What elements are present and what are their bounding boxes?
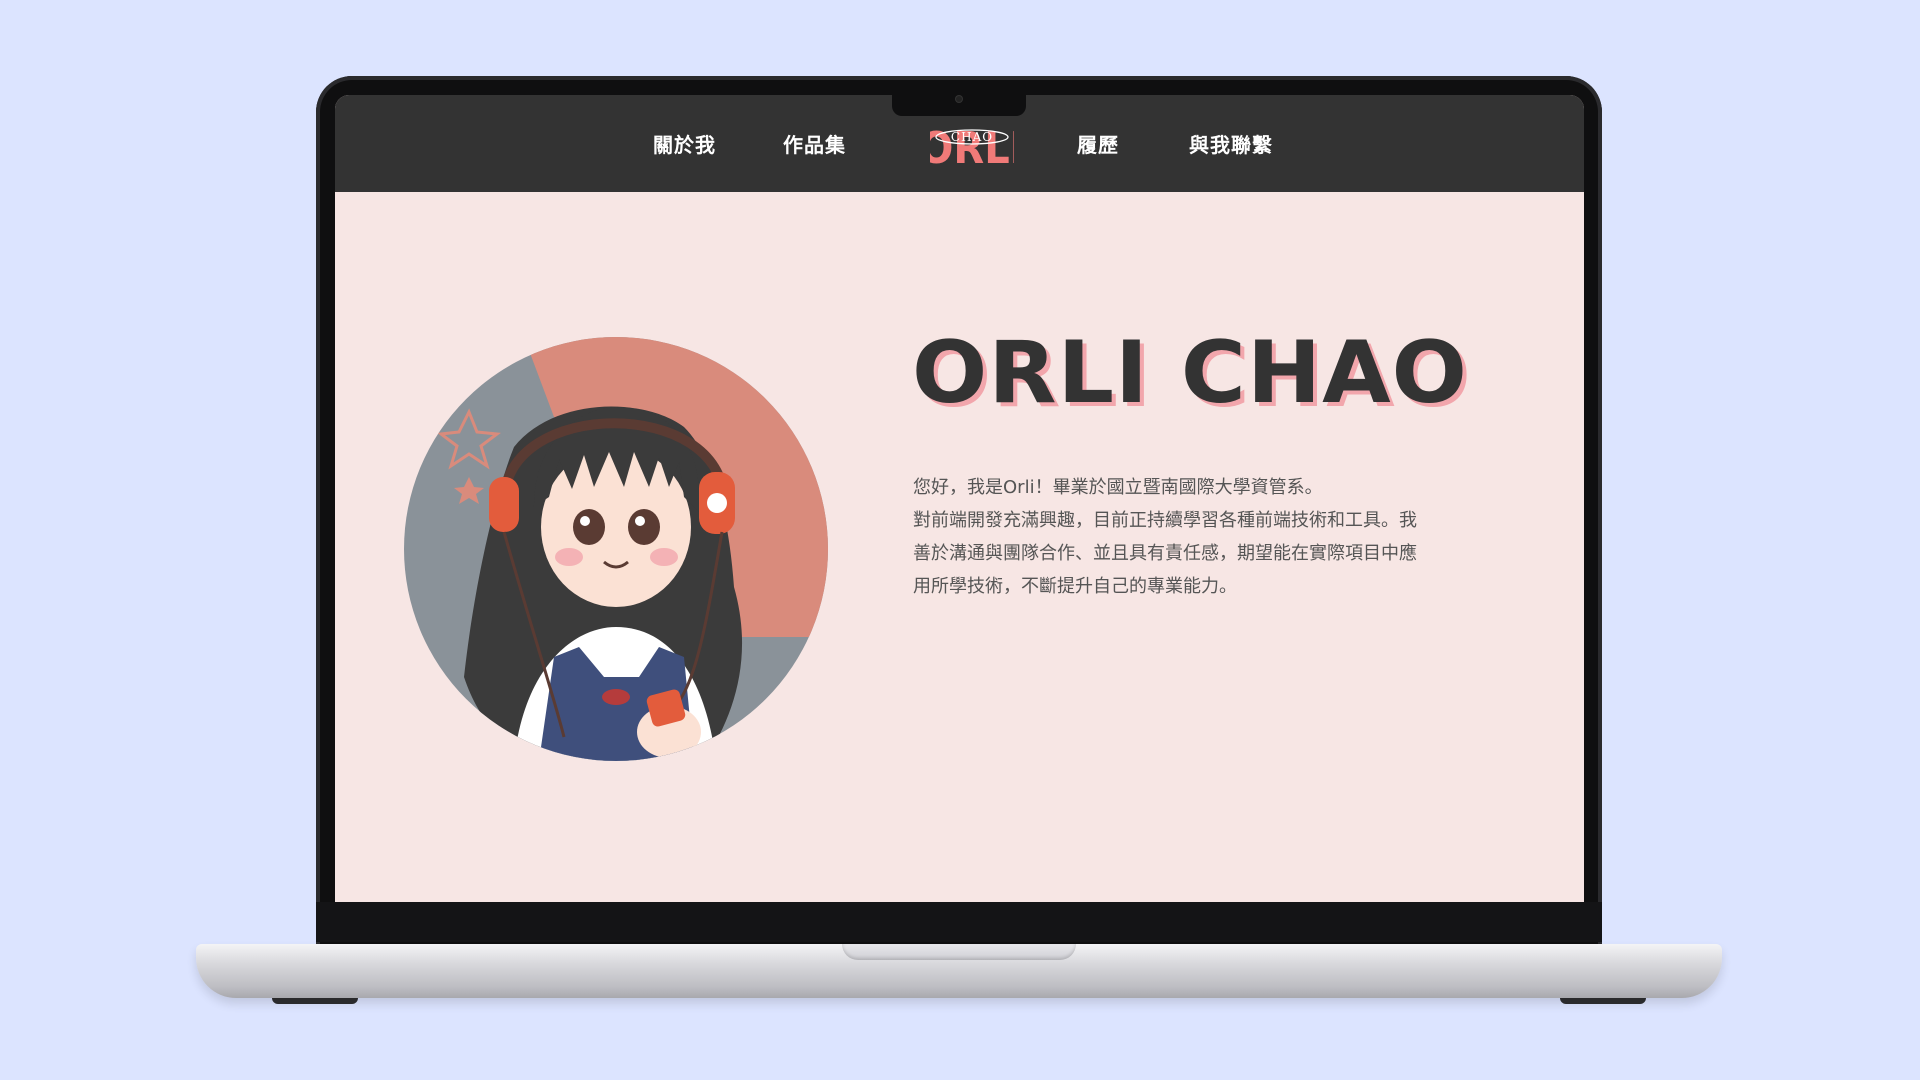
nav-about[interactable]: 關於我 — [653, 129, 716, 158]
laptop-foot-left — [272, 998, 358, 1004]
logo-overlay-text: CHAO — [951, 130, 993, 144]
intro-line: 您好，我是Orli！畢業於國立暨南國際大學資管系。 — [913, 477, 1323, 498]
laptop-foot-right — [1560, 998, 1646, 1004]
nav-resume[interactable]: 履歷 — [1077, 129, 1119, 158]
laptop-bezel-bottom — [316, 902, 1602, 942]
hero-name: ORLI CHAO — [912, 323, 1469, 423]
nav-portfolio[interactable]: 作品集 — [783, 129, 846, 158]
avatar-illustration — [404, 337, 828, 761]
intro-text: 您好，我是Orli！畢業於國立暨南國際大學資管系。 對前端開發充滿興趣，目前正持… — [913, 471, 1503, 603]
orli-logo-icon: ORLI CHAO — [919, 122, 1024, 173]
nav-contact[interactable]: 與我聯繫 — [1189, 129, 1273, 158]
site-logo[interactable]: ORLI CHAO — [919, 117, 1024, 173]
intro-line: 對前端開發充滿興趣，目前正持續學習各種前端技術和工具。我 — [913, 510, 1417, 531]
browser-viewport: 關於我 作品集 ORLI CHAO 履歷 與我聯繫 — [335, 95, 1584, 902]
laptop-lid-opener — [842, 944, 1076, 960]
camera-icon — [956, 96, 962, 102]
intro-line: 善於溝通與團隊合作、並且具有責任感，期望能在實際項目中應 — [913, 543, 1417, 564]
intro-line: 用所學技術，不斷提升自己的專業能力。 — [913, 576, 1237, 597]
